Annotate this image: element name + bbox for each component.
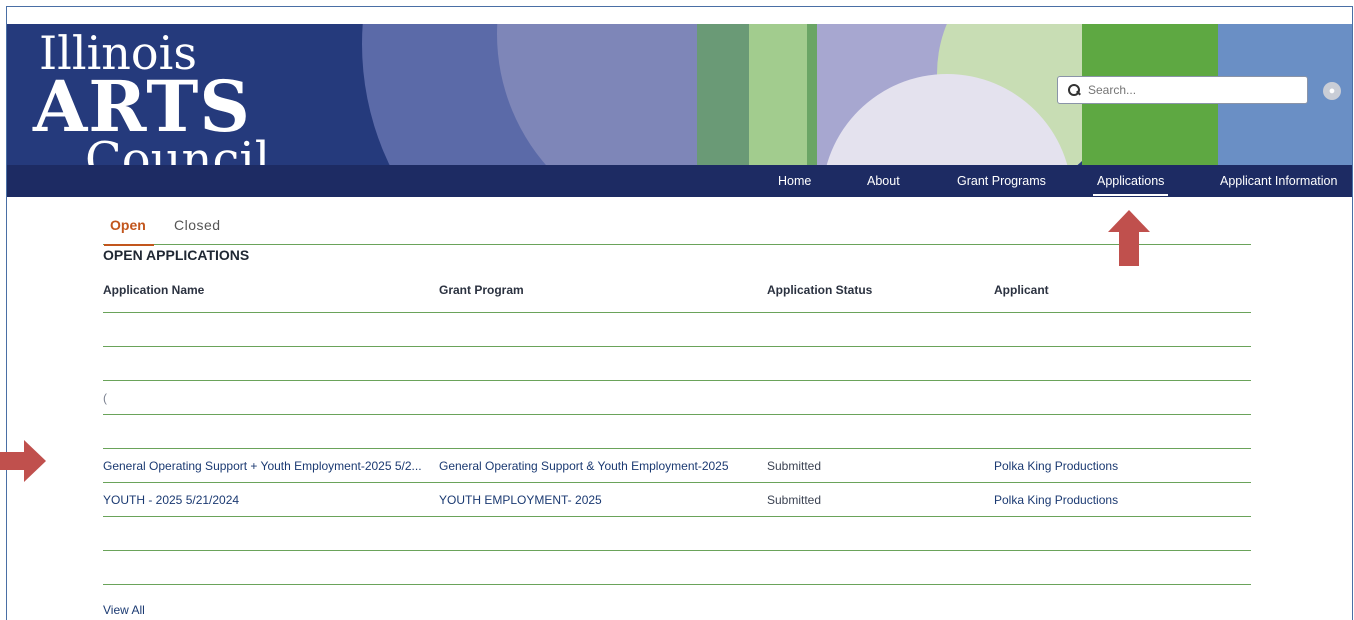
table-row[interactable] [103,415,1251,449]
nav-item-grant-programs[interactable]: Grant Programs [957,165,1046,197]
status-cell: Submitted [767,459,822,473]
user-avatar-icon[interactable]: ● [1323,82,1341,100]
nav-item-home[interactable]: Home [778,165,811,197]
application-tabs: Open Closed [103,215,1251,246]
column-header-applicant[interactable]: Applicant [994,283,1049,297]
search-icon [1066,82,1082,98]
tab-closed[interactable]: Closed [174,217,221,244]
grant-program-cell[interactable]: General Operating Support & Youth Employ… [439,459,729,473]
nav-item-about[interactable]: About [867,165,900,197]
table-row[interactable]: General Operating Support + Youth Employ… [103,449,1251,483]
nav-item-applications[interactable]: Applications [1092,165,1169,197]
table-row[interactable] [103,517,1251,551]
table-row[interactable] [103,313,1251,347]
applicant-cell[interactable]: Polka King Productions [994,459,1118,473]
table-row[interactable]: ( [103,381,1251,415]
annotation-arrow-right-icon [0,440,46,482]
tab-open[interactable]: Open [104,217,154,246]
grant-program-cell[interactable]: YOUTH EMPLOYMENT- 2025 [439,493,602,507]
main-nav: Home About Grant Programs Applications A… [7,165,1352,197]
section-title: OPEN APPLICATIONS [103,247,250,263]
table-row[interactable] [103,551,1251,585]
application-name-cell[interactable]: YOUTH - 2025 5/21/2024 [103,493,239,507]
annotation-arrow-up-icon [1108,210,1150,266]
table-row[interactable]: YOUTH - 2025 5/21/2024 YOUTH EMPLOYMENT-… [103,483,1251,517]
application-name-cell[interactable]: ( [103,391,107,405]
search-input[interactable] [1088,83,1288,97]
application-name-cell[interactable]: General Operating Support + Youth Employ… [103,459,422,473]
search-box[interactable] [1057,76,1308,104]
page-frame: Illinois ARTS Council ● Home About Grant… [6,6,1353,620]
table-row[interactable] [103,347,1251,381]
nav-item-applicant-information[interactable]: Applicant Information [1220,165,1337,197]
column-header-grant-program[interactable]: Grant Program [439,283,524,297]
column-header-application-name[interactable]: Application Name [103,283,204,297]
column-header-application-status[interactable]: Application Status [767,283,872,297]
view-all-link[interactable]: View All [103,603,145,617]
applicant-cell[interactable]: Polka King Productions [994,493,1118,507]
status-cell: Submitted [767,493,822,507]
